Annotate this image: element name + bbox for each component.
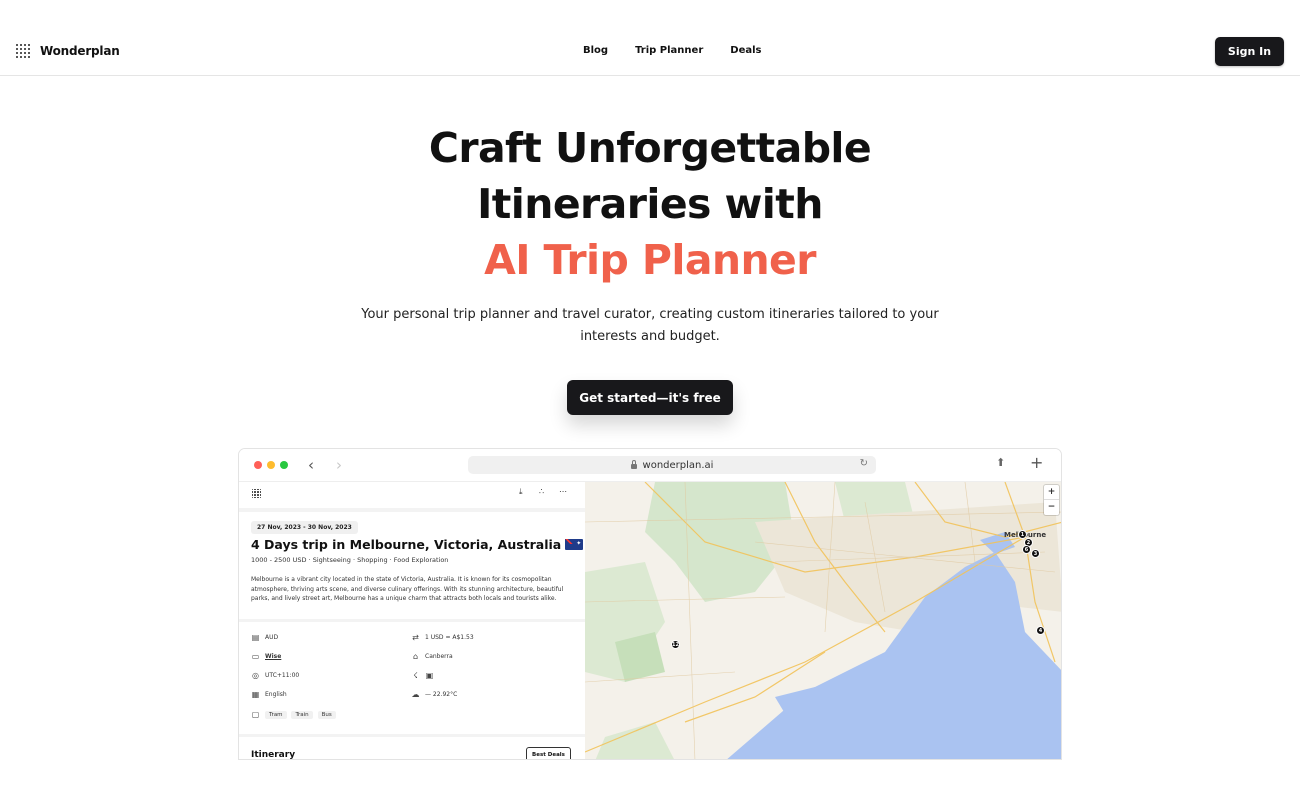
currency-icon: ▤	[251, 633, 260, 642]
exchange-info: ⇄ 1 USD = A$1.53	[411, 633, 474, 642]
translate-icon: ▦	[251, 690, 260, 699]
top-nav: Wonderplan Blog Trip Planner Deals Sign …	[0, 0, 1300, 76]
more-icon: ⋯	[559, 487, 567, 496]
globe-icon: ◎	[252, 671, 259, 680]
sign-in-button[interactable]: Sign In	[1215, 37, 1284, 66]
trip-panel: ⤓ ∴ ⋯ 27 Nov, 2023 - 30 Nov, 2023 4 Days…	[239, 482, 585, 760]
trip-dates: 27 Nov, 2023 - 30 Nov, 2023	[251, 521, 358, 534]
transport-info: ▢ Tram Train Bus	[251, 710, 339, 719]
trip-summary-card: 27 Nov, 2023 - 30 Nov, 2023 4 Days trip …	[239, 512, 585, 619]
nav-link-blog[interactable]: Blog	[583, 45, 608, 56]
itinerary-card: Itinerary Best Deals	[239, 737, 585, 760]
forward-arrow-icon: ›	[336, 456, 342, 474]
language-info: ▦ English	[251, 690, 287, 699]
reload-icon: ↻	[859, 458, 868, 469]
trip-info-card: ▤ AUD ⇄ 1 USD = A$1.53 ▭ Wise ⌂ Canberra…	[239, 622, 585, 734]
landmark-icon: ⌂	[412, 652, 419, 661]
trip-meta: 1000 - 2500 USD · Sightseeing · Shopping…	[251, 556, 449, 564]
capital-value: Canberra	[425, 653, 453, 660]
australia-flag-icon	[565, 539, 584, 550]
timezone-value: UTC+11:00	[265, 672, 300, 679]
nav-link-trip-planner[interactable]: Trip Planner	[635, 45, 703, 56]
map-zoom-controls: + −	[1044, 485, 1059, 515]
address-bar-url: wonderplan.ai	[642, 459, 714, 471]
hero-title-accent: AI Trip Planner	[484, 236, 816, 284]
hero-subtitle: Your personal trip planner and travel cu…	[361, 307, 939, 344]
plus-icon: +	[1030, 453, 1044, 472]
zoom-out-button[interactable]: −	[1044, 500, 1059, 515]
trip-description: Melbourne is a vibrant city located in t…	[251, 576, 564, 602]
nav-link-deals[interactable]: Deals	[730, 45, 761, 56]
download-icon: ⤓	[519, 487, 523, 496]
card-icon: ▭	[251, 652, 260, 661]
currency-value: AUD	[265, 634, 279, 641]
browser-mockup: ‹ › wonderplan.ai ↻ ⬆ + ⤓ ∴ ⋯ 27 Nov, 20…	[238, 448, 1062, 760]
transport-tag: Train	[291, 710, 313, 719]
nav-links: Blog Trip Planner Deals	[583, 45, 761, 56]
language-value: English	[265, 691, 287, 698]
window-maximize-dot	[280, 461, 288, 469]
transport-tag: Bus	[317, 710, 336, 719]
currency-info: ▤ AUD	[251, 633, 278, 642]
plug-icon: ☇	[413, 671, 418, 680]
exchange-icon: ⇄	[412, 633, 419, 642]
socket-icon: ▣	[425, 671, 434, 680]
map-marker[interactable]: 3	[1031, 549, 1040, 558]
brand[interactable]: Wonderplan	[15, 43, 120, 59]
trip-title: 4 Days trip in Melbourne, Victoria, Aust…	[251, 537, 584, 552]
best-deals-button[interactable]: Best Deals	[526, 747, 571, 759]
trip-title-text: 4 Days trip in Melbourne, Victoria, Aust…	[251, 537, 562, 552]
map-marker[interactable]: 12	[671, 640, 680, 649]
payment-info: ▭ Wise	[251, 652, 282, 661]
panel-header: ⤓ ∴ ⋯	[239, 482, 585, 508]
hero-title-line2: Itineraries with	[477, 180, 823, 228]
map-marker[interactable]: 4	[1036, 626, 1045, 635]
itinerary-heading: Itinerary	[251, 750, 296, 760]
capital-info: ⌂ Canberra	[411, 652, 453, 661]
weather-info: ☁ — 22.92°C	[411, 690, 458, 699]
browser-toolbar: ‹ › wonderplan.ai ↻ ⬆ +	[239, 449, 1061, 482]
car-icon: ▢	[251, 710, 260, 719]
weather-value: — 22.92°C	[425, 691, 458, 698]
payment-link[interactable]: Wise	[265, 653, 281, 660]
transport-tag: Tram	[265, 710, 287, 719]
brand-name: Wonderplan	[40, 44, 120, 58]
address-bar: wonderplan.ai ↻	[468, 456, 876, 474]
zoom-in-button[interactable]: +	[1044, 485, 1059, 500]
back-arrow-icon: ‹	[308, 456, 314, 474]
hero-title: Craft Unforgettable Itineraries with AI …	[300, 120, 1000, 288]
hero-title-line1: Craft Unforgettable	[428, 124, 872, 172]
lock-icon	[630, 459, 637, 469]
window-close-dot	[254, 461, 262, 469]
share-icon: ⬆	[996, 456, 1006, 469]
weather-icon: ☁	[411, 690, 420, 699]
share-network-icon: ∴	[539, 487, 545, 496]
map-marker[interactable]: 6	[1022, 545, 1031, 554]
exchange-value: 1 USD = A$1.53	[425, 634, 474, 641]
get-started-button[interactable]: Get started—it's free	[567, 380, 733, 415]
map-view[interactable]: Melbourne 1 2 3 4 6 12 + −	[585, 482, 1061, 759]
map-canvas	[585, 482, 1061, 759]
app-logo-icon	[251, 488, 262, 499]
timezone-info: ◎ UTC+11:00	[251, 671, 299, 680]
logo-icon	[15, 43, 31, 59]
window-minimize-dot	[267, 461, 275, 469]
plug-info: ☇ ▣	[411, 671, 434, 680]
